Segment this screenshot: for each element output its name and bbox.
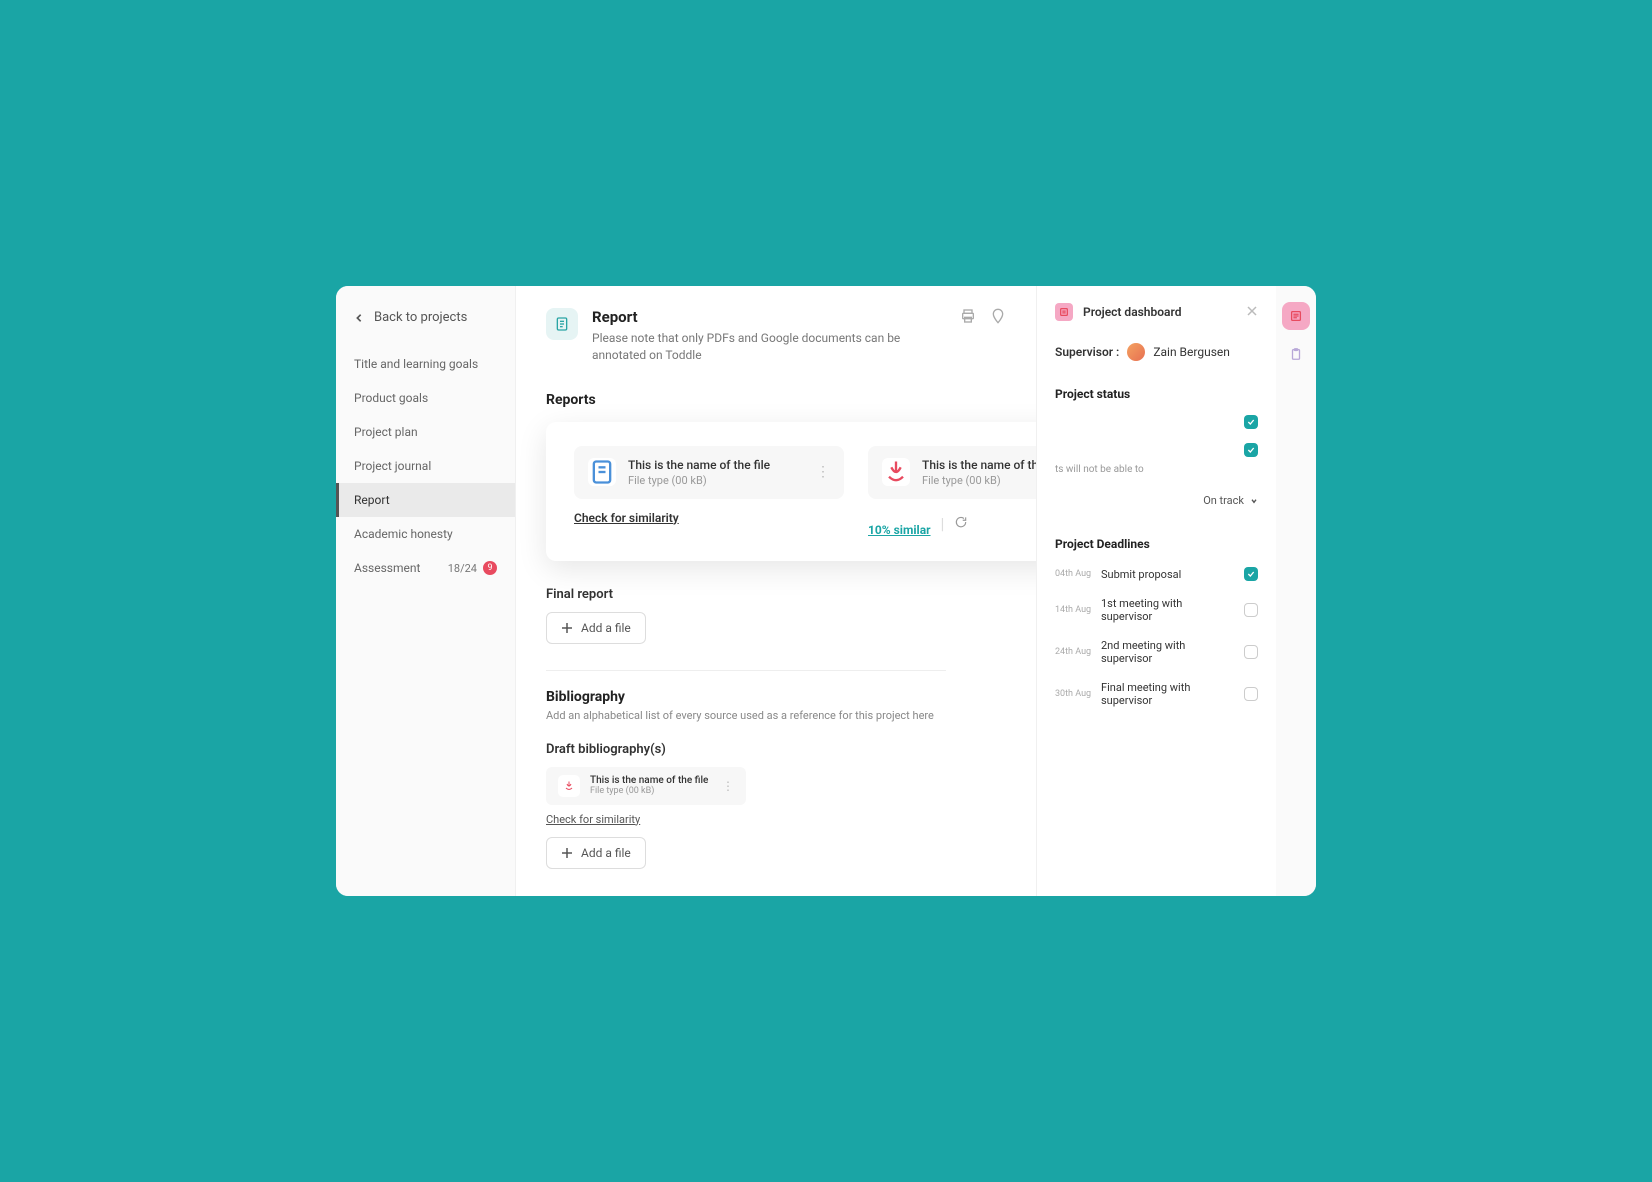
biblio-file-name: This is the name of the file [590, 775, 712, 786]
file-1-menu[interactable]: ⋮ [816, 464, 830, 480]
draft-bibliography-heading: Draft bibliography(s) [546, 742, 1006, 757]
bibliography-file-card[interactable]: This is the name of the file File type (… [546, 767, 746, 805]
file-2-meta: File type (00 kB) [922, 474, 1036, 487]
add-file-button-biblio[interactable]: Add a file [546, 837, 646, 869]
document-icon [588, 458, 616, 486]
dashboard-title: Project dashboard [1083, 305, 1236, 319]
supervisor-name: Zain Bergusen [1153, 345, 1230, 359]
deadline-checkbox-3[interactable] [1244, 687, 1258, 701]
file-card-1[interactable]: This is the name of the file File type (… [574, 446, 844, 499]
chevron-left-icon [354, 313, 364, 323]
divider [546, 670, 946, 671]
similarity-result[interactable]: 10% similar [868, 523, 931, 537]
chevron-down-icon [1250, 497, 1258, 505]
nav-list: Title and learning goals Product goals P… [336, 347, 515, 585]
back-to-projects-link[interactable]: Back to projects [336, 302, 515, 333]
nav-product-goals[interactable]: Product goals [336, 381, 515, 415]
biblio-file-menu[interactable]: ⋮ [722, 779, 734, 793]
reports-heading: Reports [546, 392, 1006, 408]
pdf-icon [558, 775, 580, 797]
add-file-button-final[interactable]: Add a file [546, 612, 646, 644]
project-status-title: Project status [1055, 387, 1258, 401]
file-2-name: This is the name of the file [922, 458, 1036, 472]
deadline-checkbox-0[interactable] [1244, 567, 1258, 581]
print-icon[interactable] [960, 308, 976, 324]
supervisor-label: Supervisor : [1055, 345, 1119, 359]
nav-assessment[interactable]: Assessment 18/24 9 [336, 551, 515, 585]
final-report-heading: Final report [546, 587, 1006, 602]
assessment-count: 18/24 [448, 562, 477, 575]
on-track-select[interactable]: On track [1203, 494, 1258, 507]
nav-project-journal[interactable]: Project journal [336, 449, 515, 483]
deadline-checkbox-2[interactable] [1244, 645, 1258, 659]
back-link-label: Back to projects [374, 310, 467, 325]
bibliography-desc: Add an alphabetical list of every source… [546, 709, 1006, 722]
file-1-meta: File type (00 kB) [628, 474, 804, 487]
file-comparison-row: This is the name of the file File type (… [546, 422, 1036, 561]
check-similarity-link-1[interactable]: Check for similarity [574, 511, 679, 525]
plus-icon [561, 622, 573, 634]
rail-clipboard-button[interactable] [1282, 340, 1310, 368]
pdf-icon [882, 458, 910, 486]
side-rail [1276, 286, 1316, 896]
file-card-2[interactable]: This is the name of the file File type (… [868, 446, 1036, 499]
deadline-checkbox-1[interactable] [1244, 603, 1258, 617]
nav-title-learning-goals[interactable]: Title and learning goals [336, 347, 515, 381]
dashboard-panel: Project dashboard Supervisor : Zain Berg… [1036, 286, 1276, 896]
assessment-badge: 9 [483, 561, 497, 575]
plus-icon [561, 847, 573, 859]
check-similarity-link-biblio[interactable]: Check for similarity [546, 813, 640, 826]
supervisor-avatar [1127, 343, 1145, 361]
page-subtitle: Please note that only PDFs and Google do… [592, 330, 912, 364]
bibliography-title: Bibliography [546, 689, 1006, 705]
biblio-file-meta: File type (00 kB) [590, 786, 712, 796]
sidebar: Back to projects Title and learning goal… [336, 286, 516, 896]
status-checkbox-1[interactable] [1244, 415, 1258, 429]
status-note: ts will not be able to [1055, 463, 1258, 476]
nav-project-plan[interactable]: Project plan [336, 415, 515, 449]
page-title: Report [592, 308, 946, 326]
deadline-row-3: 30th Aug Final meeting with supervisor [1055, 681, 1258, 707]
nav-report[interactable]: Report [336, 483, 515, 517]
nav-academic-honesty[interactable]: Academic honesty [336, 517, 515, 551]
deadline-row-1: 14th Aug 1st meeting with supervisor [1055, 597, 1258, 623]
refresh-similarity-icon[interactable] [954, 514, 968, 533]
pin-icon[interactable] [990, 308, 1006, 324]
close-dashboard-button[interactable] [1246, 302, 1258, 321]
deadlines-title: Project Deadlines [1055, 537, 1258, 551]
file-1-name: This is the name of the file [628, 458, 804, 472]
deadline-row-2: 24th Aug 2nd meeting with supervisor [1055, 639, 1258, 665]
main-content: Report Please note that only PDFs and Go… [516, 286, 1036, 896]
rail-dashboard-button[interactable] [1282, 302, 1310, 330]
deadline-row-0: 04th Aug Submit proposal [1055, 567, 1258, 581]
dashboard-icon [1055, 303, 1073, 321]
report-page-icon [546, 308, 578, 340]
status-checkbox-2[interactable] [1244, 443, 1258, 457]
